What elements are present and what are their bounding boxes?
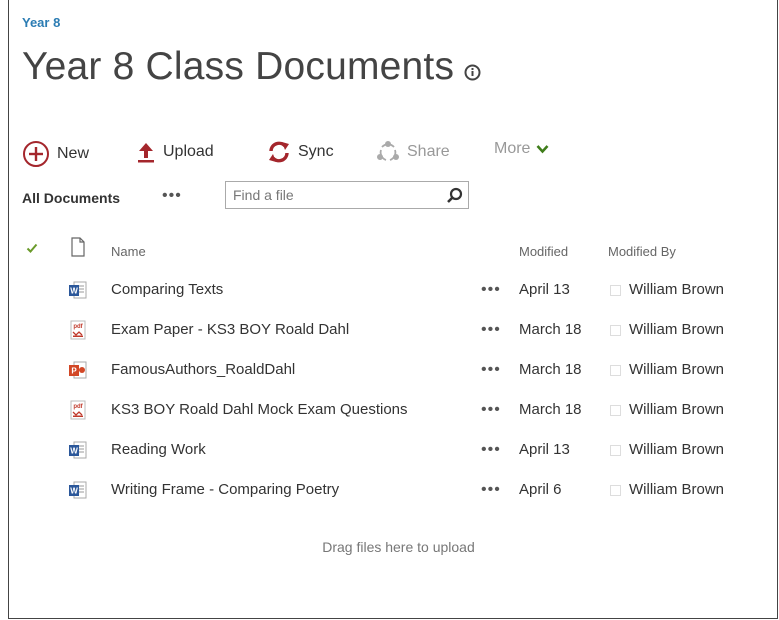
more-label: More bbox=[494, 140, 531, 157]
presence-indicator bbox=[610, 405, 621, 416]
info-icon[interactable] bbox=[464, 64, 481, 81]
breadcrumb-year-8[interactable]: Year 8 bbox=[22, 15, 60, 30]
modified-date: April 13 bbox=[519, 281, 570, 298]
page-title: Year 8 Class Documents bbox=[22, 45, 455, 88]
file-name-link[interactable]: Comparing Texts bbox=[111, 281, 223, 298]
powerpoint-document-icon[interactable]: P bbox=[68, 360, 88, 380]
word-document-icon[interactable]: W bbox=[68, 440, 88, 460]
word-document-icon[interactable]: W bbox=[68, 280, 88, 300]
pdf-document-icon[interactable]: pdf bbox=[68, 320, 88, 340]
column-header-modified[interactable]: Modified bbox=[519, 244, 568, 259]
svg-text:W: W bbox=[70, 487, 78, 496]
modified-by-user[interactable]: William Brown bbox=[629, 481, 724, 498]
item-menu-ellipsis[interactable]: ••• bbox=[481, 401, 501, 419]
presence-indicator bbox=[610, 285, 621, 296]
drag-files-hint: Drag files here to upload bbox=[322, 539, 475, 555]
presence-indicator bbox=[610, 365, 621, 376]
upload-button[interactable]: Upload bbox=[136, 140, 214, 164]
share-button[interactable]: Share bbox=[376, 140, 450, 164]
page-title-wrap: Year 8 Class Documents bbox=[22, 45, 481, 89]
item-menu-ellipsis[interactable]: ••• bbox=[481, 441, 501, 459]
svg-text:P: P bbox=[71, 367, 77, 376]
sync-button[interactable]: Sync bbox=[267, 140, 334, 164]
upload-arrow-icon bbox=[136, 140, 156, 164]
pdf-document-icon[interactable]: pdf bbox=[68, 400, 88, 420]
view-all-documents[interactable]: All Documents bbox=[22, 190, 120, 206]
share-label: Share bbox=[407, 143, 450, 160]
more-button[interactable]: More bbox=[494, 140, 549, 158]
svg-text:pdf: pdf bbox=[73, 404, 83, 410]
table-row[interactable]: W Comparing Texts ••• April 13 William Brown bbox=[22, 272, 762, 308]
modified-by-user[interactable]: William Brown bbox=[629, 321, 724, 338]
item-menu-ellipsis[interactable]: ••• bbox=[481, 281, 501, 299]
search-input[interactable] bbox=[233, 186, 433, 204]
plus-circle-icon bbox=[22, 140, 50, 168]
page-frame bbox=[8, 0, 778, 619]
table-row[interactable]: pdf KS3 BOY Roald Dahl Mock Exam Question… bbox=[22, 392, 762, 428]
presence-indicator bbox=[610, 485, 621, 496]
item-menu-ellipsis[interactable]: ••• bbox=[481, 481, 501, 499]
item-menu-ellipsis[interactable]: ••• bbox=[481, 361, 501, 379]
modified-by-user[interactable]: William Brown bbox=[629, 281, 724, 298]
upload-label: Upload bbox=[163, 143, 214, 160]
file-name-link[interactable]: FamousAuthors_RoaldDahl bbox=[111, 361, 295, 378]
presence-indicator bbox=[610, 325, 621, 336]
word-document-icon[interactable]: W bbox=[68, 480, 88, 500]
item-menu-ellipsis[interactable]: ••• bbox=[481, 321, 501, 339]
modified-by-user[interactable]: William Brown bbox=[629, 361, 724, 378]
file-name-link[interactable]: Reading Work bbox=[111, 441, 206, 458]
svg-text:pdf: pdf bbox=[73, 324, 83, 330]
table-row[interactable]: P FamousAuthors_RoaldDahl ••• March 18 Willi… bbox=[22, 352, 762, 388]
search-icon[interactable] bbox=[446, 187, 463, 204]
modified-date: March 18 bbox=[519, 321, 582, 338]
new-button[interactable]: New bbox=[22, 140, 89, 168]
chevron-down-icon bbox=[536, 144, 549, 154]
modified-date: April 13 bbox=[519, 441, 570, 458]
modified-by-user[interactable]: William Brown bbox=[629, 401, 724, 418]
view-more-ellipsis[interactable]: ••• bbox=[162, 187, 182, 205]
table-header: Name Modified Modified By bbox=[22, 237, 762, 262]
new-label: New bbox=[57, 145, 90, 162]
column-header-name[interactable]: Name bbox=[111, 244, 146, 259]
share-icon bbox=[376, 140, 400, 164]
file-name-link[interactable]: Writing Frame - Comparing Poetry bbox=[111, 481, 339, 498]
column-header-modified-by[interactable]: Modified By bbox=[608, 244, 676, 259]
file-name-link[interactable]: Exam Paper - KS3 BOY Roald Dahl bbox=[111, 321, 349, 338]
search-box bbox=[225, 181, 469, 209]
drop-zone[interactable]: Drag files here to upload bbox=[0, 539, 779, 555]
document-type-header-icon[interactable] bbox=[70, 237, 86, 260]
modified-date: March 18 bbox=[519, 401, 582, 418]
select-all-checkmark-icon[interactable] bbox=[26, 242, 38, 257]
modified-date: April 6 bbox=[519, 481, 562, 498]
sync-icon bbox=[267, 140, 291, 164]
svg-text:W: W bbox=[70, 287, 78, 296]
modified-by-user[interactable]: William Brown bbox=[629, 441, 724, 458]
file-name-link[interactable]: KS3 BOY Roald Dahl Mock Exam Questions bbox=[111, 401, 408, 418]
table-row[interactable]: W Reading Work ••• April 13 William Brown bbox=[22, 432, 762, 468]
table-row[interactable]: pdf Exam Paper - KS3 BOY Roald Dahl ••• Mar… bbox=[22, 312, 762, 348]
sync-label: Sync bbox=[298, 143, 334, 160]
table-row[interactable]: W Writing Frame - Comparing Poetry ••• Apri… bbox=[22, 472, 762, 508]
svg-text:W: W bbox=[70, 447, 78, 456]
presence-indicator bbox=[610, 445, 621, 456]
modified-date: March 18 bbox=[519, 361, 582, 378]
